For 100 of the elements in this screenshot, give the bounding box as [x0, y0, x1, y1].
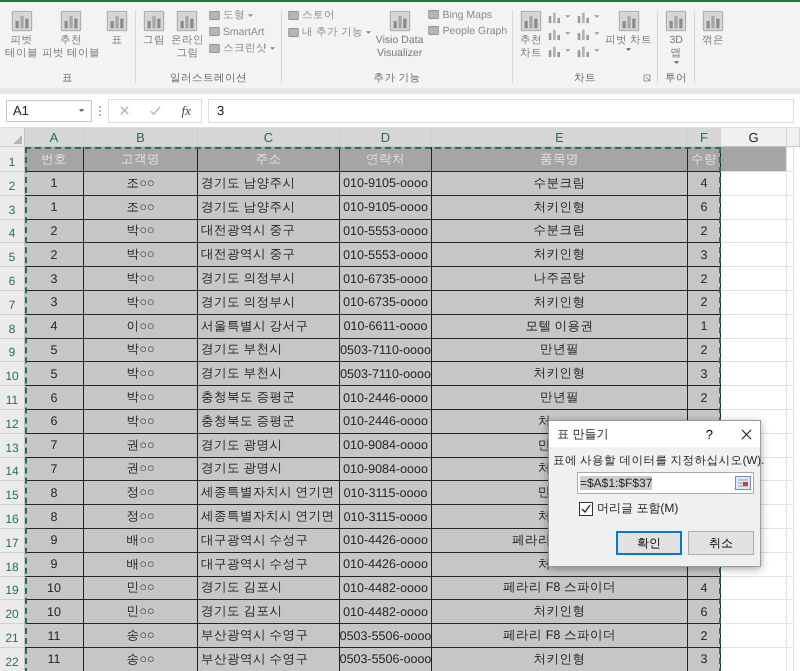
row-number[interactable]: 8 [0, 314, 25, 339]
table-cell: 연락처 [340, 147, 432, 172]
row-number[interactable]: 15 [0, 481, 25, 506]
row-number[interactable]: 10 [0, 362, 25, 386]
row-number[interactable]: 9 [0, 338, 25, 362]
ribbon-icon [208, 8, 221, 22]
ribbon-button[interactable]: 스토어 [286, 8, 373, 22]
table-cell: 010-3115-oooo [340, 505, 432, 529]
ribbon-button[interactable]: SmartArt [206, 25, 277, 38]
row-number[interactable]: 14 [0, 458, 25, 482]
column-header[interactable]: C [198, 128, 340, 147]
column-header[interactable]: E [432, 128, 688, 147]
row-number[interactable]: 20 [0, 600, 25, 624]
column-header[interactable] [787, 128, 800, 147]
row-number[interactable]: 22 [0, 648, 25, 671]
table-cell: 대구광역시 수성구 [198, 528, 340, 553]
ribbon-button[interactable]: 추천 차트 [517, 6, 546, 62]
table-cell: 처키인형 [432, 648, 688, 671]
ribbon-icon [208, 25, 221, 38]
formula-input[interactable]: 3 [208, 98, 794, 122]
table-cell: 처키인형 [432, 196, 688, 220]
table-cell: 권○○ [84, 434, 198, 458]
column-header[interactable]: A [25, 128, 84, 147]
row-number[interactable]: 17 [0, 528, 25, 553]
column-header[interactable]: B [84, 128, 198, 147]
table-cell: 박○○ [84, 410, 198, 434]
table-cell: 서울특별시 강서구 [198, 314, 340, 339]
table-cell: 3 [688, 648, 721, 671]
table-cell: 수분크림 [432, 172, 688, 196]
ribbon-button[interactable]: Bing Maps [426, 8, 508, 21]
table-cell [721, 172, 787, 196]
ribbon-button[interactable]: Visio Data Visualizer [374, 6, 424, 62]
ribbon-button[interactable]: 꺾은 [699, 6, 728, 49]
column-header[interactable]: D [340, 128, 432, 147]
help-button[interactable]: ? [706, 426, 713, 442]
table-cell: 2 [688, 267, 721, 291]
row-number[interactable]: 13 [0, 434, 25, 458]
check-icon[interactable] [150, 105, 162, 116]
table-cell: 정○○ [84, 481, 198, 506]
table-cell: 모텔 이용권 [432, 314, 688, 339]
row-number[interactable]: 7 [0, 290, 25, 315]
ribbon-button[interactable]: 피벗 차트 [604, 6, 654, 54]
ribbon-button[interactable]: 피벗 테이블 [4, 6, 39, 62]
row-number[interactable]: 16 [0, 505, 25, 529]
row-number[interactable]: 4 [0, 220, 25, 244]
select-all-corner[interactable] [0, 128, 25, 147]
table-cell: 박○○ [84, 243, 198, 268]
table-cell [721, 196, 787, 220]
caret-icon [246, 12, 254, 18]
row-number[interactable]: 21 [0, 624, 25, 648]
table-cell: 6 [688, 600, 721, 624]
ribbon-button[interactable]: 그림 [140, 6, 168, 49]
ribbon-button[interactable]: 스크린샷 [206, 41, 277, 55]
row-number[interactable]: 1 [0, 147, 25, 172]
table-cell: 010-4426-oooo [340, 552, 432, 577]
row-number[interactable]: 6 [0, 267, 25, 291]
ribbon-button[interactable]: 도형 [206, 8, 277, 22]
ok-button[interactable]: 확인 [616, 531, 682, 555]
table-cell: 처키인형 [432, 243, 688, 268]
row-number[interactable]: 11 [0, 386, 25, 410]
table-cell: 번호 [25, 147, 84, 172]
ribbon-button[interactable]: 추천 피벗 테이블 [41, 6, 101, 62]
column-header[interactable]: F [688, 128, 721, 147]
column-header[interactable]: G [721, 128, 787, 147]
checkbox[interactable] [579, 502, 593, 516]
ribbon-button[interactable]: 3D 맵 [662, 6, 690, 67]
drag-handle-icon[interactable] [98, 104, 102, 118]
table-cell: 충청북도 증평군 [198, 386, 340, 410]
cancel-button[interactable]: 취소 [688, 531, 754, 555]
table-cell: 부산광역시 수영구 [198, 648, 340, 671]
table-cell: 11 [25, 624, 84, 648]
row-number[interactable]: 12 [0, 410, 25, 434]
row-number[interactable]: 3 [0, 196, 25, 220]
table-cell: 2 [688, 220, 721, 244]
cancel-icon[interactable] [119, 105, 130, 116]
table-cell [721, 600, 787, 624]
ribbon-button[interactable]: People Graph [426, 24, 508, 37]
table-cell: 박○○ [84, 338, 198, 362]
ribbon-button[interactable]: 표 [102, 6, 131, 49]
table-cell: 품목명 [432, 147, 688, 172]
table-cell: 4 [25, 314, 84, 339]
ribbon-button[interactable]: 내 추가 기능 [286, 25, 373, 39]
group-label: 일러스트레이션 [170, 71, 247, 85]
table-cell: 5 [25, 362, 84, 386]
close-icon[interactable] [741, 428, 752, 440]
row-number[interactable]: 18 [0, 552, 25, 577]
ribbon-button[interactable]: 온라인 그림 [170, 6, 205, 62]
row-number[interactable]: 2 [0, 172, 25, 196]
row-number[interactable]: 19 [0, 576, 25, 600]
table-cell: 민○○ [84, 576, 198, 600]
table-cell [721, 243, 787, 268]
table-cell: 7 [25, 434, 84, 458]
range-field[interactable]: =$A$1:$F$37 [577, 472, 754, 494]
range-picker-icon[interactable] [735, 476, 751, 490]
insert-function-button[interactable]: fx [182, 102, 191, 118]
dialog-launcher-icon[interactable] [643, 74, 652, 82]
table-cell: 6 [25, 410, 84, 434]
row-number[interactable]: 5 [0, 243, 25, 268]
name-box[interactable]: A1 [6, 100, 92, 122]
table-cell: 8 [25, 481, 84, 506]
